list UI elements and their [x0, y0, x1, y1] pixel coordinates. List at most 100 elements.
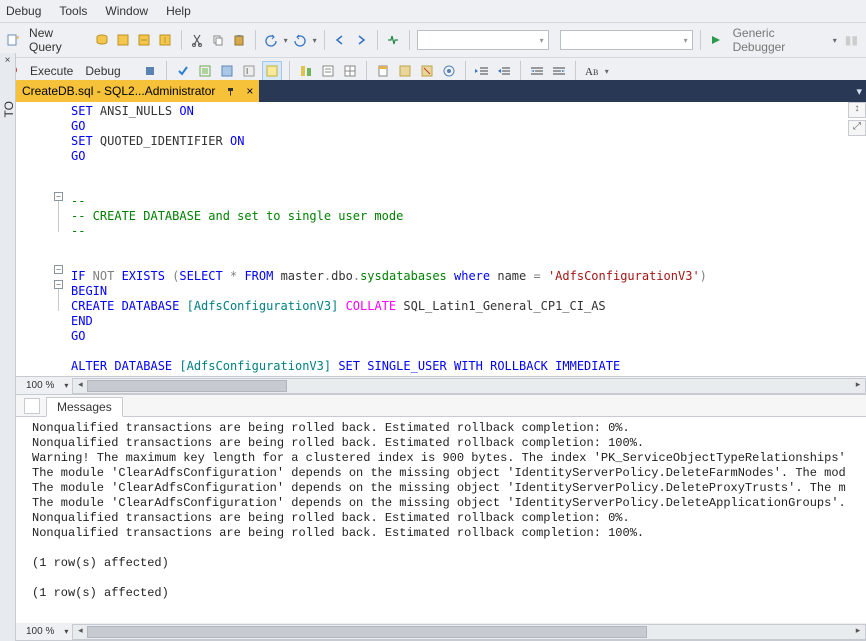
uncomment-icon[interactable]: [418, 62, 436, 80]
separator: [366, 61, 367, 81]
debugger-label[interactable]: Generic Debugger: [729, 26, 829, 54]
results-to-file-icon[interactable]: [374, 62, 392, 80]
separator: [289, 61, 290, 81]
editor-side-icons: ↕ ⤢: [848, 102, 866, 138]
zoom-level-bottom[interactable]: 100 %: [16, 626, 64, 637]
tab-overflow-icon[interactable]: ▾: [856, 85, 862, 98]
toggle-case-icon[interactable]: AB: [583, 62, 601, 80]
separator: [377, 30, 378, 50]
svg-text:I: I: [246, 67, 248, 76]
document-tab[interactable]: CreateDB.sql - SQL2...Administrator ×: [16, 80, 259, 102]
tab-title: CreateDB.sql - SQL2...Administrator: [22, 84, 215, 98]
separator: [181, 30, 182, 50]
paste-icon[interactable]: [231, 31, 248, 49]
solution-combo[interactable]: ▾: [417, 30, 549, 50]
fold-line: [58, 201, 59, 232]
parse-icon[interactable]: [174, 62, 192, 80]
cut-icon[interactable]: [189, 31, 206, 49]
messages-hscrollbar[interactable]: ◂ ▸: [72, 624, 866, 640]
cancel-query-icon[interactable]: [141, 62, 159, 80]
expand-icon[interactable]: ⤢: [848, 120, 866, 136]
svg-text:B: B: [593, 68, 598, 77]
left-tool-label[interactable]: TO: [0, 97, 18, 121]
outdent-icon[interactable]: [495, 62, 513, 80]
messages-icon: [24, 398, 40, 414]
comment-icon[interactable]: [396, 62, 414, 80]
close-tab-icon[interactable]: ×: [246, 84, 253, 98]
indent-icon[interactable]: [473, 62, 491, 80]
document-tab-bar: CreateDB.sql - SQL2...Administrator × ▾: [16, 80, 866, 102]
messages-pane[interactable]: Nonqualified transactions are being roll…: [16, 417, 866, 623]
query-options-icon[interactable]: [218, 62, 236, 80]
menu-bar: Debug Tools Window Help: [0, 0, 866, 23]
specify-values-icon[interactable]: [440, 62, 458, 80]
messages-status-row: 100 % ▾ ◂ ▸: [16, 623, 866, 641]
debugger-dropdown-icon[interactable]: ▾: [833, 36, 837, 45]
zoom-dropdown-icon[interactable]: ▾: [64, 381, 68, 390]
left-close-icon[interactable]: ×: [1, 55, 15, 69]
undo-icon[interactable]: [263, 31, 280, 49]
document-area: CreateDB.sql - SQL2...Administrator × ▾ …: [16, 80, 866, 641]
debug-pause-disabled: ▮▮: [841, 33, 862, 47]
db-engine-query-icon[interactable]: [93, 31, 110, 49]
messages-tab[interactable]: Messages: [46, 397, 123, 417]
include-client-stats-icon[interactable]: [297, 62, 315, 80]
menu-help[interactable]: Help: [166, 4, 191, 18]
menu-debug[interactable]: Debug: [6, 4, 41, 18]
scroll-left-icon[interactable]: ◂: [73, 625, 87, 639]
scroll-left-icon[interactable]: ◂: [73, 379, 87, 393]
redo-icon[interactable]: [292, 31, 309, 49]
nav-back-icon[interactable]: [332, 31, 349, 49]
results-to-text-icon[interactable]: [319, 62, 337, 80]
fold-line: [58, 289, 59, 311]
code-text[interactable]: SET ANSI_NULLS ON GO SET QUOTED_IDENTIFI…: [63, 102, 866, 376]
xmla-query-icon[interactable]: [157, 31, 174, 49]
results-tab-row: Messages: [16, 395, 866, 417]
estimated-plan-icon[interactable]: [196, 62, 214, 80]
debug-button[interactable]: Debug: [81, 64, 124, 78]
fold-toggle-icon[interactable]: −: [54, 192, 63, 201]
copy-icon[interactable]: [210, 31, 227, 49]
scroll-right-icon[interactable]: ▸: [851, 379, 865, 393]
new-query-button[interactable]: New Query: [25, 26, 89, 54]
scroll-thumb[interactable]: [87, 626, 647, 638]
decrease-indent-icon[interactable]: [528, 62, 546, 80]
zoom-level[interactable]: 100 %: [16, 380, 64, 391]
results-to-grid-icon[interactable]: [341, 62, 359, 80]
editor-status-row: 100 % ▾ ◂ ▸: [16, 377, 866, 395]
pin-icon[interactable]: [227, 86, 234, 96]
menu-window[interactable]: Window: [105, 4, 148, 18]
activity-monitor-icon[interactable]: [385, 31, 402, 49]
separator: [166, 61, 167, 81]
menu-tools[interactable]: Tools: [59, 4, 87, 18]
separator: [520, 61, 521, 81]
new-item-icon[interactable]: [4, 31, 21, 49]
separator: [465, 61, 466, 81]
scroll-right-icon[interactable]: ▸: [851, 625, 865, 639]
dmx-query-icon[interactable]: [136, 31, 153, 49]
gutter: − − −: [16, 102, 63, 376]
separator: [409, 30, 410, 50]
start-debug-icon[interactable]: [708, 31, 725, 49]
scroll-thumb[interactable]: [87, 380, 287, 392]
separator: [700, 30, 701, 50]
split-icon[interactable]: ↕: [848, 102, 866, 118]
separator: [324, 30, 325, 50]
separator: [255, 30, 256, 50]
nav-fwd-icon[interactable]: [353, 31, 370, 49]
fold-toggle-icon[interactable]: −: [54, 265, 63, 274]
undo-dropdown-icon[interactable]: ▾: [284, 36, 288, 45]
platform-combo[interactable]: ▾: [560, 30, 692, 50]
case-dropdown-icon[interactable]: ▾: [605, 67, 609, 76]
increase-indent-icon[interactable]: [550, 62, 568, 80]
include-actual-plan-icon[interactable]: [262, 61, 282, 81]
editor-hscrollbar[interactable]: ◂ ▸: [72, 378, 866, 394]
svg-text:A: A: [585, 66, 593, 78]
redo-dropdown-icon[interactable]: ▾: [313, 36, 317, 45]
intellisense-icon[interactable]: I: [240, 62, 258, 80]
execute-button[interactable]: Execute: [26, 64, 77, 78]
zoom-dropdown-bottom-icon[interactable]: ▾: [64, 627, 68, 636]
fold-toggle-icon[interactable]: −: [54, 280, 63, 289]
mdx-query-icon[interactable]: [114, 31, 131, 49]
code-editor[interactable]: − − − SET ANSI_NULLS ON GO SET QUOTED_ID…: [16, 102, 866, 377]
